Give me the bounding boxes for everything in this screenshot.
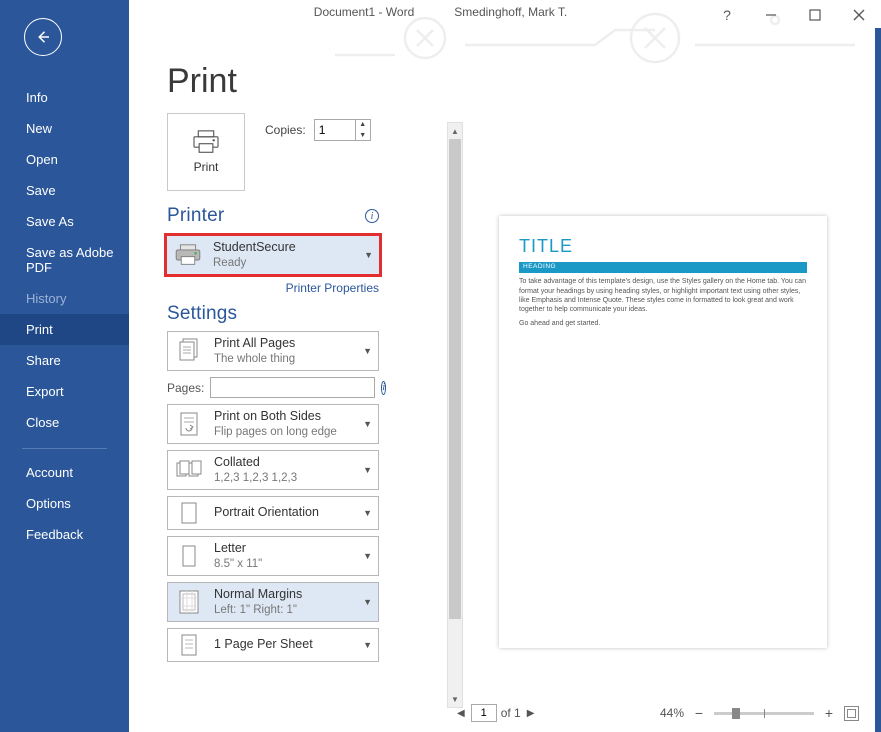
print-button-label: Print (194, 160, 219, 174)
duplex-icon (174, 411, 204, 437)
paper-size-selector[interactable]: Letter8.5" x 11" ▼ (167, 536, 379, 576)
printer-icon (192, 130, 220, 154)
print-range-selector[interactable]: Print All PagesThe whole thing ▼ (167, 331, 379, 371)
backstage-sidebar: Info New Open Save Save As Save as Adobe… (0, 0, 129, 732)
collate-selector[interactable]: Collated1,2,3 1,2,3 1,2,3 ▼ (167, 450, 379, 490)
sidebar-item-save-adobe-pdf[interactable]: Save as Adobe PDF (0, 237, 129, 283)
page-size-icon (174, 544, 204, 568)
back-button[interactable] (24, 18, 62, 56)
sidebar-item-options[interactable]: Options (0, 488, 129, 519)
maximize-button[interactable] (793, 0, 837, 30)
prev-page-button[interactable]: ◀ (455, 708, 467, 719)
chevron-down-icon: ▼ (363, 508, 372, 518)
sidebar-item-history: History (0, 283, 129, 314)
copies-up[interactable]: ▲ (356, 119, 370, 130)
printer-device-icon (173, 244, 203, 266)
sides-selector[interactable]: Print on Both SidesFlip pages on long ed… (167, 404, 379, 444)
page-per-sheet-icon (174, 633, 204, 657)
right-edge-accent (875, 28, 881, 732)
page-title: Print (167, 62, 445, 101)
printer-name: StudentSecure (213, 240, 296, 256)
printer-properties-link[interactable]: Printer Properties (167, 281, 379, 295)
sidebar-item-saveas[interactable]: Save As (0, 206, 129, 237)
pages-info-icon[interactable]: i (381, 381, 386, 395)
page-of-label: of 1 (501, 706, 521, 720)
printer-selector[interactable]: StudentSecure Ready ▼ (164, 233, 382, 277)
sidebar-item-feedback[interactable]: Feedback (0, 519, 129, 550)
sidebar-item-account[interactable]: Account (0, 457, 129, 488)
orientation-selector[interactable]: Portrait Orientation ▼ (167, 496, 379, 530)
collated-icon (174, 459, 204, 481)
preview-title: TITLE (519, 234, 807, 258)
margins-selector[interactable]: Normal MarginsLeft: 1" Right: 1" ▼ (167, 582, 379, 622)
sidebar-item-export[interactable]: Export (0, 376, 129, 407)
preview-heading: HEADING (519, 262, 807, 273)
copies-label: Copies: (265, 123, 306, 137)
copies-spinner[interactable]: ▲▼ (314, 119, 371, 141)
pages-input[interactable] (210, 377, 375, 398)
printer-info-icon[interactable]: i (365, 209, 379, 223)
zoom-handle[interactable] (732, 708, 740, 719)
sidebar-item-save[interactable]: Save (0, 175, 129, 206)
zoom-out-button[interactable]: − (692, 706, 706, 720)
pages-per-sheet-selector[interactable]: 1 Page Per Sheet ▼ (167, 628, 379, 662)
preview-body-1: To take advantage of this template's des… (519, 277, 807, 315)
pages-stack-icon (174, 338, 204, 364)
chevron-down-icon: ▼ (363, 640, 372, 650)
next-page-button[interactable]: ▶ (525, 708, 537, 719)
portrait-icon (174, 501, 204, 525)
help-button[interactable]: ? (705, 0, 749, 30)
preview-body-2: Go ahead and get started. (519, 319, 807, 328)
print-button[interactable]: Print (167, 113, 245, 191)
fit-to-window-button[interactable] (844, 706, 859, 721)
zoom-level: 44% (660, 706, 684, 720)
margins-icon (174, 589, 204, 615)
sidebar-item-new[interactable]: New (0, 113, 129, 144)
sidebar-item-print[interactable]: Print (0, 314, 129, 345)
sidebar-item-close[interactable]: Close (0, 407, 129, 438)
sidebar-item-open[interactable]: Open (0, 144, 129, 175)
page-number-input[interactable] (471, 704, 497, 722)
zoom-slider[interactable] (714, 712, 814, 715)
chevron-down-icon: ▼ (363, 551, 372, 561)
chevron-down-icon: ▼ (363, 465, 372, 475)
close-button[interactable] (837, 0, 881, 30)
sidebar-item-share[interactable]: Share (0, 345, 129, 376)
zoom-in-button[interactable]: + (822, 706, 836, 720)
printer-heading: Printer (167, 205, 224, 227)
copies-input[interactable] (315, 123, 355, 137)
pages-label: Pages: (167, 381, 204, 395)
printer-status: Ready (213, 256, 296, 270)
chevron-down-icon: ▼ (364, 250, 373, 260)
print-preview-page: TITLE HEADING To take advantage of this … (499, 216, 827, 648)
minimize-button[interactable] (749, 0, 793, 30)
chevron-down-icon: ▼ (363, 597, 372, 607)
chevron-down-icon: ▼ (363, 346, 372, 356)
copies-down[interactable]: ▼ (356, 130, 370, 141)
settings-heading: Settings (167, 303, 237, 325)
chevron-down-icon: ▼ (363, 419, 372, 429)
sidebar-item-info[interactable]: Info (0, 82, 129, 113)
